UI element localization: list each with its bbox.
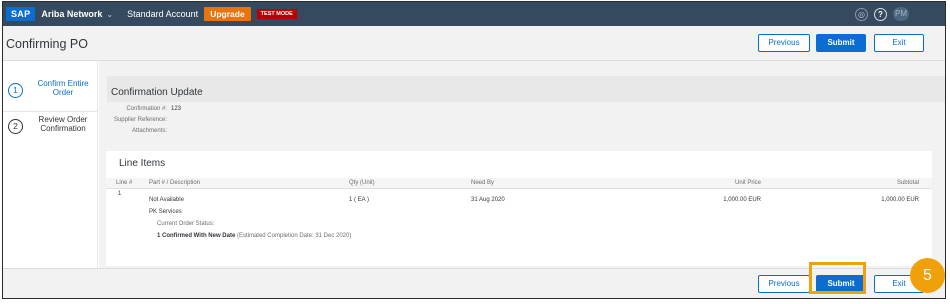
- network-menu[interactable]: Ariba Network: [41, 9, 102, 19]
- quantity: 1 ( EA ): [349, 197, 370, 203]
- order-status-note: (Estimated Completion Date: 31 Dec 2020): [236, 233, 352, 239]
- field-value: 123: [171, 106, 182, 112]
- line-items-title: Line Items: [119, 158, 166, 169]
- step-label[interactable]: Review Order Confirmation: [31, 115, 95, 133]
- wizard-steps: 1 Confirm Entire Order 2 Review Order Co…: [3, 61, 98, 268]
- step-badge: 5: [910, 258, 945, 293]
- step-label[interactable]: Confirm Entire Order: [31, 79, 95, 97]
- shell-bar: SAP Ariba Network ⌄ Standard Account Upg…: [3, 2, 945, 26]
- sap-logo[interactable]: SAP: [6, 7, 36, 21]
- column-need-by: Need By: [471, 180, 495, 186]
- chevron-down-icon[interactable]: ⌄: [106, 10, 113, 19]
- test-mode-badge: TEST MODE: [256, 9, 297, 19]
- submit-button[interactable]: Submit: [816, 34, 866, 52]
- settings-icon[interactable]: ◎: [855, 7, 868, 21]
- app-window: SAP Ariba Network ⌄ Standard Account Upg…: [2, 1, 946, 299]
- subtotal: 1,000.00 EUR: [881, 197, 919, 203]
- previous-button[interactable]: Previous: [758, 34, 810, 52]
- column-part-description: Part # / Description: [149, 180, 201, 186]
- attachments-field: Attachments:: [99, 128, 171, 134]
- column-qty: Qty (Unit): [349, 180, 375, 186]
- exit-button[interactable]: Exit: [874, 34, 924, 52]
- page-title: Confirming PO: [6, 37, 88, 51]
- order-status: 1 Confirmed With New Date (Estimated Com…: [157, 233, 351, 239]
- field-label: Confirmation #:: [126, 106, 167, 112]
- upgrade-button[interactable]: Upgrade: [204, 7, 251, 21]
- order-status-label: Current Order Status:: [157, 221, 215, 227]
- order-status-value: 1 Confirmed With New Date: [157, 233, 236, 239]
- step-number: 2: [8, 119, 23, 134]
- account-type: Standard Account: [127, 9, 199, 19]
- part-number: Not Available: [149, 197, 184, 203]
- confirmation-section-header: Confirmation Update: [107, 76, 945, 102]
- need-by-date: 31 Aug 2020: [471, 197, 505, 203]
- supplier-reference-field: Supplier Reference:: [99, 117, 171, 123]
- line-items-panel: Line Items Line # Part # / Description Q…: [106, 151, 932, 266]
- footer-previous-button[interactable]: Previous: [758, 275, 810, 293]
- unit-price: 1,000.00 EUR: [723, 197, 761, 203]
- page-header: Confirming PO Previous Submit Exit: [3, 26, 945, 61]
- confirmation-number-field: Confirmation #: 123: [99, 106, 181, 112]
- footer-bar: Previous Submit Exit: [3, 268, 945, 298]
- section-title: Confirmation Update: [111, 87, 203, 98]
- help-icon[interactable]: ?: [874, 7, 887, 21]
- avatar[interactable]: PM: [893, 7, 909, 21]
- field-label: Attachments:: [131, 128, 167, 134]
- table-header: Line # Part # / Description Qty (Unit) N…: [106, 178, 932, 189]
- confirmation-fields: Confirmation #: 123 Supplier Reference: A…: [99, 102, 937, 146]
- step-confirm-entire-order[interactable]: 1 Confirm Entire Order: [3, 78, 98, 104]
- column-subtotal: Subtotal: [896, 180, 919, 186]
- column-unit-price: Unit Price: [734, 180, 761, 186]
- description: PK Services: [149, 209, 182, 215]
- step-review-order-confirmation[interactable]: 2 Review Order Confirmation: [3, 111, 98, 139]
- column-line: Line #: [116, 180, 133, 186]
- step-number: 1: [8, 83, 23, 98]
- main-content: Confirmation Update Confirmation #: 123 S…: [99, 61, 945, 268]
- shell-icons: ◎ ? PM: [855, 7, 909, 21]
- field-label: Supplier Reference:: [113, 117, 167, 123]
- submit-highlight-box: [809, 262, 866, 294]
- line-number: 1: [118, 191, 122, 197]
